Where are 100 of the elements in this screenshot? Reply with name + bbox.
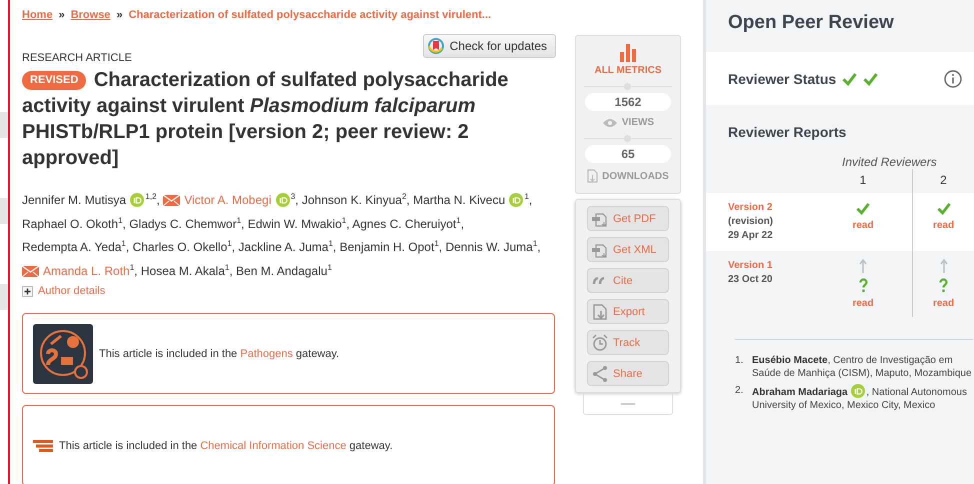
breadcrumb-current: Characterization of sulfated polysaccharide activity against virulent... <box>128 9 492 21</box>
gateway-link[interactable]: Chemical Information Science <box>200 440 346 452</box>
list-number: 1. <box>735 354 744 368</box>
comma: , <box>241 216 244 230</box>
author-name: Edwin W. Mwakio <box>248 216 342 230</box>
affiliation-number: 1 <box>532 239 538 248</box>
version-date: 29 Apr 22 <box>728 230 773 241</box>
author-name: Johnson K. Kinyua <box>302 193 402 207</box>
all-metrics-link[interactable]: ALL METRICS <box>594 65 662 76</box>
action-button[interactable]: Track <box>587 330 669 355</box>
comma: , <box>122 216 126 230</box>
affiliation-number: 1 <box>327 262 332 272</box>
affiliation-number: 1 <box>236 216 242 224</box>
author-name: Redempta A. Yeda <box>22 240 122 254</box>
up-arrow-icon <box>940 259 948 273</box>
revised-badge: REVISED <box>22 71 86 90</box>
gateway-link[interactable]: Pathogens <box>240 348 293 360</box>
panel-title: Open Peer Review <box>727 11 895 35</box>
affiliation-number: 3 <box>290 192 296 201</box>
article-type: RESEARCH ARTICLE <box>22 52 133 64</box>
read-link[interactable]: read <box>852 298 874 309</box>
affiliation-number: 1,2 <box>145 192 157 201</box>
check-updates-button[interactable]: Check for updates <box>422 34 556 58</box>
comma: , <box>460 216 464 230</box>
comma: , <box>438 240 442 254</box>
author-details-link[interactable]: Author details <box>38 285 106 297</box>
gateway-text: This article is included in the Pathogens gateway. <box>99 348 340 360</box>
column-header: 1 <box>858 172 868 189</box>
comma: , <box>134 264 138 278</box>
author-name: Benjamin H. Opot <box>340 240 434 254</box>
author-name: Gladys C. Chemwor <box>129 216 237 230</box>
version-date: 23 Oct 20 <box>728 274 772 285</box>
action-button[interactable]: Export <box>587 299 669 324</box>
stat-value: 65 <box>585 145 671 163</box>
affiliation-number: 1 <box>434 239 439 248</box>
breadcrumb-separator: » <box>58 9 65 21</box>
comma: , <box>332 240 336 254</box>
affiliation-number: 1 <box>524 192 529 201</box>
author-link[interactable]: Victor A. Mobegi <box>184 193 272 207</box>
breadcrumb-separator: » <box>116 9 123 21</box>
author-name: Martha N. Kivecu <box>413 193 506 207</box>
affiliation-number: 1 <box>224 262 230 272</box>
action-button[interactable]: Cite <box>587 268 669 293</box>
author-name: Ben M. Andagalu <box>236 264 328 278</box>
action-button[interactable]: Share <box>587 361 669 386</box>
column-group-label: Invited Reviewers <box>841 154 938 169</box>
collapse-tab[interactable] <box>583 393 673 415</box>
section-title: Reviewer Reports <box>727 123 848 140</box>
share-icon <box>592 365 608 382</box>
reviewer-entry: Eusébio Macete, Centro de Investigação em Saúde de Manhiça (CISM), Maputo, Mozambique <box>752 354 973 380</box>
comma: , <box>126 240 130 254</box>
read-link[interactable]: read <box>932 220 954 231</box>
up-arrow-icon <box>859 259 867 273</box>
breadcrumb-link[interactable]: Home <box>22 9 53 21</box>
version-link[interactable]: Version 1 <box>728 260 772 271</box>
affiliation-number: 1 <box>130 262 134 272</box>
author-name: Dennis W. Juma <box>445 240 533 254</box>
action-button[interactable]: Get XML <box>587 237 669 262</box>
comma: , <box>537 240 541 254</box>
comma: , <box>406 193 410 207</box>
bookmark-icon <box>428 38 444 54</box>
author-name: Jennifer M. Mutisya <box>22 193 126 207</box>
mail-icon <box>22 266 39 276</box>
comma: , <box>295 193 299 207</box>
affiliation-number: 1 <box>121 239 126 248</box>
author-name: Raphael O. Okoth <box>22 216 118 230</box>
version-note: (revision) <box>728 216 774 227</box>
author-link[interactable]: Amanda L. Roth <box>43 264 130 278</box>
author-name: Jackline A. Juma <box>238 240 328 254</box>
eye-icon <box>602 118 618 128</box>
affiliation-number: 1 <box>118 216 123 224</box>
affiliation-number: 1 <box>342 216 346 224</box>
comma: , <box>156 193 160 207</box>
affiliation-number: 2 <box>402 192 406 201</box>
stripes-logo <box>33 440 53 452</box>
article-title: REVISED Characterization of sulfated polysaccharide activity against virulent Plasmodium falciparum PHISTb/RLP1 protein [version 2; peer review: 2 approved] <box>22 68 510 171</box>
plus-icon <box>22 286 33 296</box>
status-label: Reviewer Status <box>728 70 836 86</box>
download-icon <box>587 169 598 183</box>
author-name: Agnes C. Cheruiyot <box>352 216 456 230</box>
author-name: Hosea M. Akala <box>140 264 225 278</box>
version-link[interactable]: Version 2 <box>728 202 772 213</box>
read-link[interactable]: read <box>932 298 954 309</box>
mail-icon <box>163 195 180 206</box>
stat-label: VIEWS <box>622 117 654 128</box>
breadcrumb-link[interactable]: Browse <box>70 9 110 21</box>
alarm-clock-icon <box>592 334 608 351</box>
gateway-text: This article is included in the Chemical Information Science gateway. <box>59 440 393 452</box>
comma: , <box>346 216 350 230</box>
affiliation-number: 1 <box>328 239 333 248</box>
author-name: Charles O. Okello <box>132 240 228 254</box>
list-number: 2. <box>735 384 744 398</box>
read-link[interactable]: read <box>852 220 874 231</box>
stat-label: DOWNLOADS <box>602 170 669 182</box>
bar-chart-icon <box>620 44 636 62</box>
info-icon <box>944 70 962 88</box>
affiliation-number: 1 <box>456 216 461 224</box>
action-button[interactable]: Get PDF <box>587 206 669 231</box>
stat-value: 1562 <box>585 93 671 111</box>
comma: , <box>232 240 236 254</box>
